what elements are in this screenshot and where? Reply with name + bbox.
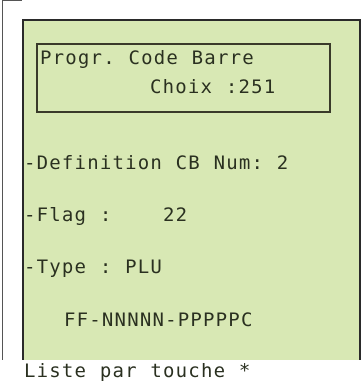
flag-row: -Flag : 22	[24, 204, 189, 226]
definition-row: -Definition CB Num: 2	[24, 152, 290, 174]
lcd-screen: Progr. Code Barre Choix :251 -Definition…	[22, 19, 361, 381]
device-frame: Progr. Code Barre Choix :251 -Definition…	[0, 0, 361, 381]
device-bezel	[2, 0, 22, 360]
barcode-format: FF-NNNNN-PPPPPC	[64, 309, 254, 331]
type-row: -Type : PLU	[24, 256, 164, 278]
list-hint: Liste par touche *	[24, 360, 252, 382]
choice-number: Choix :251	[150, 76, 277, 98]
screen-title: Progr. Code Barre	[40, 47, 255, 69]
